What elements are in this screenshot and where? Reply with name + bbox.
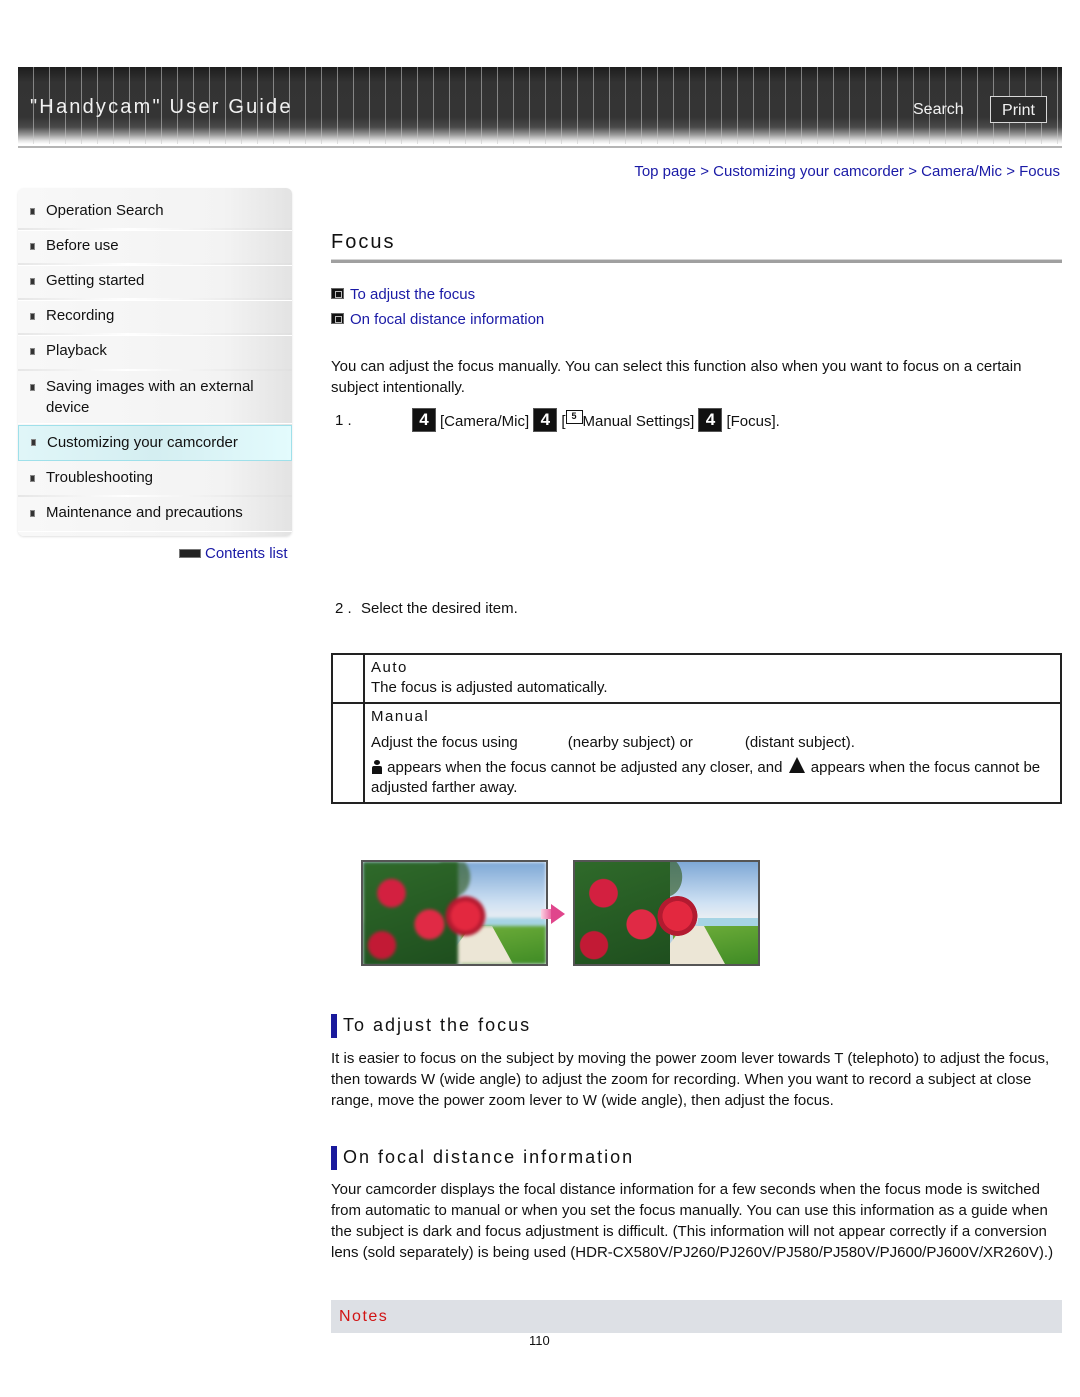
- menu-arrow-icon: 4: [412, 408, 436, 432]
- divider: [18, 495, 292, 497]
- sidebar-item-label: Recording: [46, 307, 115, 324]
- print-button[interactable]: Print: [990, 96, 1047, 123]
- breadcrumb-top-page[interactable]: Top page: [634, 163, 696, 180]
- section-heading-focal-distance: On focal distance information: [331, 1146, 634, 1170]
- option-name: Auto: [371, 659, 408, 676]
- bullet-icon: [30, 510, 35, 517]
- sidebar-item-label: Before use: [46, 237, 119, 254]
- sidebar-item-label: Saving images with an external device: [46, 378, 254, 416]
- option-note: appears when the focus cannot be adjuste…: [371, 757, 1054, 798]
- contents-list-label: Contents list: [205, 545, 288, 562]
- section-heading-adjust-focus: To adjust the focus: [331, 1014, 531, 1038]
- sidebar-item-label: Operation Search: [46, 202, 164, 219]
- breadcrumb-customizing[interactable]: Customizing your camcorder: [713, 163, 904, 180]
- arrow-right-icon: [551, 904, 565, 924]
- sidebar-item-playback[interactable]: Playback: [18, 338, 292, 371]
- bullet-icon: [30, 475, 35, 482]
- sidebar-item-label: Troubleshooting: [46, 469, 154, 486]
- option-cell: Auto The focus is adjusted automatically…: [365, 655, 614, 702]
- toc-link-label: To adjust the focus: [350, 286, 476, 303]
- desc-text: Adjust the focus using: [371, 734, 518, 751]
- sidebar-nav: Operation Search Before use Getting star…: [18, 188, 292, 536]
- distant-limit-icon: [788, 757, 805, 773]
- divider: [18, 263, 292, 265]
- sidebar-item-before-use[interactable]: Before use: [18, 233, 292, 266]
- toc-link-adjust-focus[interactable]: To adjust the focus: [331, 286, 475, 303]
- step-1-manual-settings: Manual Settings]: [582, 412, 695, 430]
- bullet-icon: [31, 439, 36, 446]
- contents-list-icon: [179, 548, 201, 558]
- option-name: Manual: [371, 708, 430, 725]
- focus-example-after-image: [573, 860, 760, 966]
- intro-paragraph: You can adjust the focus manually. You c…: [331, 358, 1022, 396]
- option-description: Adjust the focus using (nearby subject) o…: [371, 733, 1054, 753]
- step-1-camera-mic: [Camera/Mic]: [440, 412, 530, 430]
- toc-link-label: On focal distance information: [350, 311, 545, 328]
- contents-list-link[interactable]: Contents list: [179, 545, 288, 562]
- bullet-icon: [30, 348, 35, 355]
- page-number: 110: [529, 1333, 550, 1348]
- page-title: Focus: [331, 231, 396, 253]
- breadcrumb-separator: >: [1006, 163, 1020, 180]
- notes-bar: Notes: [331, 1300, 1062, 1333]
- title-divider: [331, 259, 1062, 263]
- header-divider: [18, 146, 1062, 148]
- manual-settings-icon: 5: [565, 410, 583, 424]
- breadcrumb-camera-mic[interactable]: Camera/Mic: [921, 163, 1002, 180]
- sidebar-item-getting-started[interactable]: Getting started: [18, 268, 292, 301]
- divider: [18, 369, 292, 371]
- breadcrumb-separator: >: [908, 163, 922, 180]
- desc-text: (nearby subject) or: [567, 734, 693, 751]
- bullet-icon: [30, 278, 35, 285]
- section-body-focal-distance: Your camcorder displays the focal distan…: [331, 1181, 1054, 1261]
- focus-example-before-image: [361, 860, 548, 966]
- sidebar-item-saving-images[interactable]: Saving images with an external device: [18, 374, 292, 424]
- sidebar-item-operation-search[interactable]: Operation Search: [18, 198, 292, 231]
- menu-arrow-icon: 4: [533, 408, 558, 432]
- sidebar-item-recording[interactable]: Recording: [18, 303, 292, 336]
- toc-link-focal-distance[interactable]: On focal distance information: [331, 311, 544, 328]
- section-link-icon: [331, 312, 344, 324]
- breadcrumb: Top page > Customizing your camcorder > …: [634, 163, 1060, 180]
- option-cell: Manual Adjust the focus using (nearby sub…: [365, 704, 1060, 802]
- notes-label: Notes: [339, 1308, 389, 1325]
- sidebar-item-label: Customizing your camcorder: [47, 434, 238, 451]
- divider: [18, 333, 292, 335]
- sidebar-item-customizing[interactable]: Customizing your camcorder: [18, 425, 292, 461]
- step-1-number: 1 .: [335, 412, 352, 429]
- app-title: "Handycam" User Guide: [30, 96, 293, 118]
- bullet-icon: [30, 313, 35, 320]
- option-row-auto: Auto The focus is adjusted automatically…: [333, 655, 1060, 704]
- step-2-instruction: Select the desired item.: [361, 600, 518, 617]
- option-cell-empty: [333, 704, 365, 802]
- menu-arrow-icon: 4: [698, 408, 723, 432]
- arrow-tail: [541, 909, 551, 919]
- step-1-instruction: 4 [Camera/Mic] 4[5 Manual Settings] 4 [Focu…: [412, 408, 780, 434]
- sidebar-item-label: Getting started: [46, 272, 145, 289]
- sidebar-item-label: Maintenance and precautions: [46, 504, 243, 521]
- breadcrumb-focus[interactable]: Focus: [1019, 163, 1060, 180]
- divider: [18, 298, 292, 300]
- desc-text: appears when the focus cannot be adjuste…: [387, 759, 783, 776]
- option-description: The focus is adjusted automatically.: [371, 679, 608, 696]
- nearby-limit-icon: [371, 760, 383, 774]
- step-1-focus: [Focus].: [726, 412, 780, 430]
- section-body-adjust-focus: It is easier to focus on the subject by …: [331, 1050, 1050, 1109]
- bullet-icon: [30, 243, 35, 250]
- search-button[interactable]: Search: [913, 101, 964, 119]
- bullet-icon: [30, 384, 35, 391]
- option-cell-empty: [333, 655, 365, 702]
- sidebar-item-troubleshooting[interactable]: Troubleshooting: [18, 464, 292, 497]
- step-2-number: 2 .: [335, 600, 352, 617]
- sidebar-item-label: Playback: [46, 342, 107, 359]
- divider: [18, 228, 292, 230]
- desc-text: (distant subject).: [744, 734, 855, 751]
- focus-options-table: Auto The focus is adjusted automatically…: [331, 653, 1062, 804]
- sidebar-item-maintenance[interactable]: Maintenance and precautions: [18, 499, 292, 532]
- bullet-icon: [30, 208, 35, 215]
- section-link-icon: [331, 287, 344, 299]
- breadcrumb-separator: >: [700, 163, 714, 180]
- option-row-manual: Manual Adjust the focus using (nearby sub…: [333, 704, 1060, 802]
